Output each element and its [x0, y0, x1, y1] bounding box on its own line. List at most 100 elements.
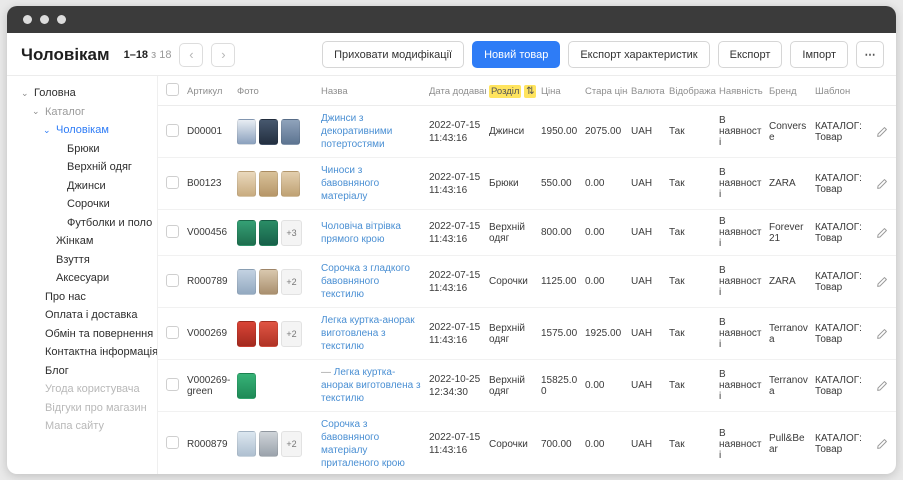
product-photo[interactable] — [281, 119, 300, 145]
sidebar-item-label: Брюки — [67, 143, 100, 155]
product-photos — [237, 171, 315, 197]
sidebar-item[interactable]: Аксесуари — [19, 269, 155, 288]
product-photo[interactable] — [237, 321, 256, 347]
product-name-link[interactable]: Чоловіча вітрівка прямого крою — [321, 221, 401, 245]
sidebar-item[interactable]: Блог — [19, 362, 155, 381]
more-actions-button[interactable]: ⋯ — [856, 41, 884, 68]
sidebar-item[interactable]: Жінкам — [19, 232, 155, 251]
more-photos-badge[interactable]: +2 — [281, 269, 302, 295]
column-label: Розділ — [489, 85, 521, 98]
hide-modifications-button[interactable]: Приховати модифікації — [322, 41, 464, 68]
cell-name: Джинси з декоративними потертостями — [318, 106, 426, 158]
product-photo[interactable] — [237, 269, 256, 295]
product-table: АртикулФотоНазваДата додаванняРозділ ⇅Ці… — [158, 76, 896, 474]
delete-icon[interactable] — [895, 126, 896, 138]
export-button[interactable]: Експорт — [718, 41, 783, 68]
row-checkbox[interactable] — [166, 176, 179, 189]
more-photos-badge[interactable]: +3 — [281, 220, 302, 246]
sidebar-item[interactable]: Джинси — [19, 177, 155, 196]
more-photos-badge[interactable]: +2 — [281, 321, 302, 347]
row-checkbox[interactable] — [166, 274, 179, 287]
sidebar-item[interactable]: Про нас — [19, 288, 155, 307]
edit-icon[interactable] — [876, 126, 888, 138]
delete-icon[interactable] — [895, 178, 896, 190]
product-name-link[interactable]: Чиноси з бавовняного матеріалу — [321, 165, 379, 202]
sidebar-item[interactable]: Мапа сайту — [19, 417, 155, 436]
product-photo[interactable] — [259, 431, 278, 457]
product-name-link[interactable]: Сорочка з бавовняного матеріалу притален… — [321, 419, 405, 469]
edit-icon[interactable] — [876, 380, 888, 392]
table-row: B00123Чиноси з бавовняного матеріалу2022… — [158, 158, 896, 210]
time-value: 11:43:16 — [429, 282, 483, 295]
export-characteristics-button[interactable]: Експорт характеристик — [568, 41, 709, 68]
select-all-checkbox[interactable] — [166, 83, 179, 96]
delete-icon[interactable] — [895, 276, 896, 288]
cell-price: 550.00 — [538, 158, 582, 210]
product-photo[interactable] — [259, 171, 278, 197]
sidebar-item[interactable]: Брюки — [19, 140, 155, 159]
row-checkbox[interactable] — [166, 225, 179, 238]
sort-icon[interactable]: ⇅ — [524, 85, 536, 98]
import-button[interactable]: Імпорт — [790, 41, 848, 68]
sidebar-item[interactable]: Оплата і доставка — [19, 306, 155, 325]
sidebar-item[interactable]: ⌄Чоловікам — [19, 121, 155, 140]
window-control-dot[interactable] — [57, 15, 66, 24]
window-control-dot[interactable] — [40, 15, 49, 24]
cell-price: 1125.00 — [538, 256, 582, 308]
delete-icon[interactable] — [895, 227, 896, 239]
sidebar-item[interactable]: Контактна інформація — [19, 343, 155, 362]
row-checkbox[interactable] — [166, 436, 179, 449]
sidebar-item[interactable]: Угода користувача — [19, 380, 155, 399]
product-photo[interactable] — [259, 119, 278, 145]
cell-photo — [234, 106, 318, 158]
delete-icon[interactable] — [895, 328, 896, 340]
product-photo[interactable] — [281, 171, 300, 197]
product-name-link[interactable]: Легка куртка-анорак виготовлена з тексти… — [321, 315, 415, 352]
window-control-dot[interactable] — [23, 15, 32, 24]
prev-page-button[interactable]: ‹ — [179, 43, 203, 67]
sidebar-item[interactable]: Сорочки — [19, 195, 155, 214]
sidebar-item[interactable]: Верхній одяг — [19, 158, 155, 177]
next-page-button[interactable]: › — [211, 43, 235, 67]
column-header-old_price: Стара ціна — [582, 76, 628, 106]
product-photo[interactable] — [237, 373, 256, 399]
sidebar-item[interactable]: ⌄Головна — [19, 84, 155, 103]
cell-actions — [866, 308, 896, 360]
product-photo[interactable] — [237, 171, 256, 197]
product-photo[interactable] — [259, 269, 278, 295]
more-photos-badge[interactable]: +2 — [281, 431, 302, 457]
product-photo[interactable] — [237, 220, 256, 246]
product-name-link[interactable]: Легка куртка-анорак виготовлена з тексти… — [321, 367, 421, 404]
sidebar-item[interactable]: ⌄Каталог — [19, 103, 155, 122]
column-header-display: Відображати — [666, 76, 716, 106]
row-checkbox[interactable] — [166, 326, 179, 339]
chevron-down-icon[interactable]: ⌄ — [32, 107, 41, 116]
sidebar-item[interactable]: Відгуки про магазин — [19, 399, 155, 418]
product-photo[interactable] — [237, 431, 256, 457]
product-photo[interactable] — [259, 220, 278, 246]
column-header-section: Розділ ⇅ — [486, 76, 538, 106]
chevron-down-icon[interactable]: ⌄ — [21, 89, 30, 98]
product-name-link[interactable]: Джинси з декоративними потертостями — [321, 113, 392, 150]
sidebar-item[interactable]: Взуття — [19, 251, 155, 270]
edit-icon[interactable] — [876, 227, 888, 239]
cell-availability: В наявності — [716, 256, 766, 308]
cell-template: КАТАЛОГ: Товар — [812, 308, 866, 360]
row-checkbox[interactable] — [166, 124, 179, 137]
chevron-down-icon[interactable]: ⌄ — [43, 126, 52, 135]
sidebar-item[interactable]: Футболки и поло — [19, 214, 155, 233]
product-photo[interactable] — [237, 119, 256, 145]
delete-icon[interactable] — [895, 438, 896, 450]
product-photo[interactable] — [259, 321, 278, 347]
cell-date: 2022-07-1511:43:16 — [426, 158, 486, 210]
new-product-button[interactable]: Новий товар — [472, 41, 560, 68]
row-checkbox[interactable] — [166, 378, 179, 391]
delete-icon[interactable] — [895, 380, 896, 392]
edit-icon[interactable] — [876, 178, 888, 190]
edit-icon[interactable] — [876, 328, 888, 340]
sidebar-item[interactable]: Обмін та повернення — [19, 325, 155, 344]
edit-icon[interactable] — [876, 438, 888, 450]
cell-brand: ZARA — [766, 158, 812, 210]
edit-icon[interactable] — [876, 276, 888, 288]
product-name-link[interactable]: Сорочка з гладкого бавовняного текстилю — [321, 263, 410, 300]
